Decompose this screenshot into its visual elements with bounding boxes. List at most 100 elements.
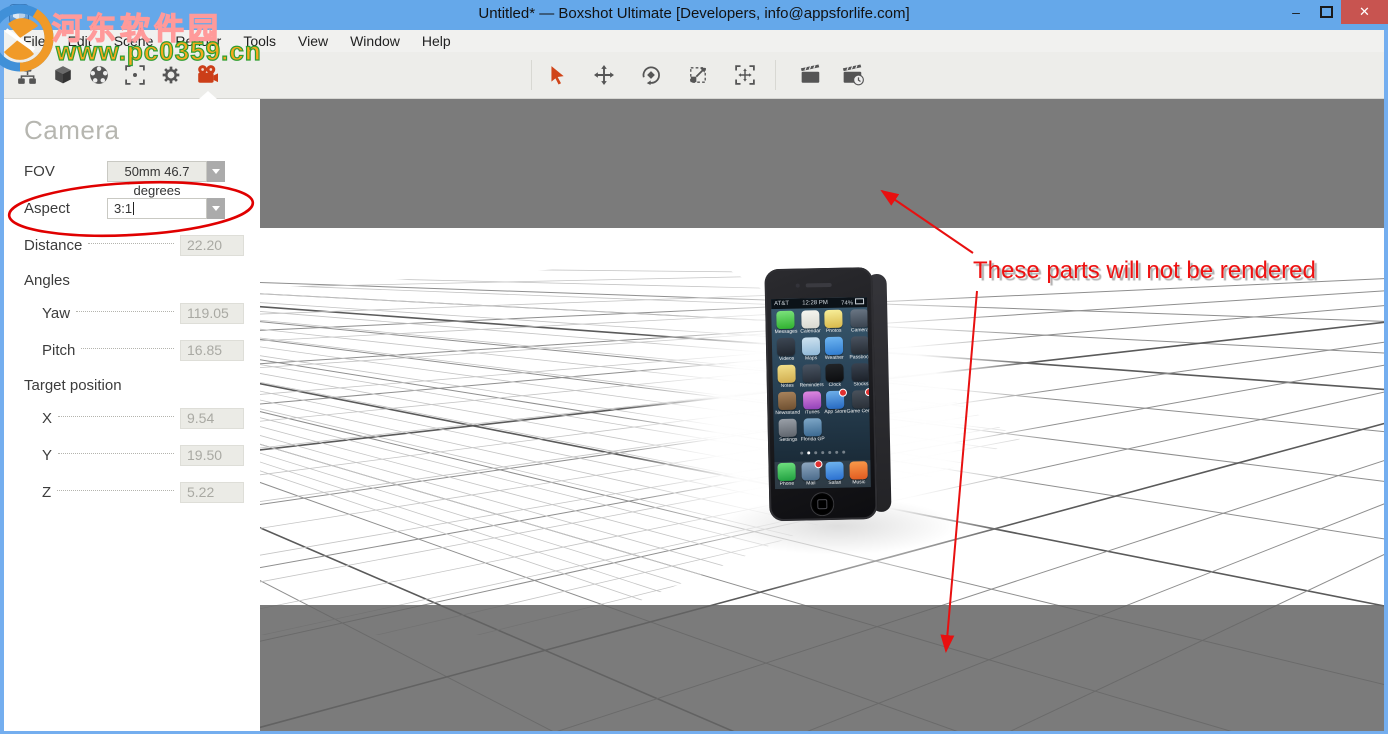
dotted-leader <box>58 415 174 417</box>
non-rendered-band-top <box>260 99 1384 228</box>
camera-panel: Camera FOV 50mm 46.7 degrees Aspect 3:1 … <box>4 99 260 734</box>
app-icon: Reminders <box>799 364 824 391</box>
angles-header: Angles <box>24 272 70 289</box>
x-label: X <box>42 410 52 427</box>
menubar: FileEditSceneRenderToolsViewWindowHelp <box>0 30 1388 52</box>
shapes-cube-icon[interactable] <box>52 64 74 86</box>
notification-badge <box>814 460 822 468</box>
app-icon: Notes <box>774 365 799 392</box>
app-icon: iTunes <box>800 391 825 418</box>
app-icon: Passbook <box>845 336 871 363</box>
menu-window[interactable]: Window <box>339 30 411 52</box>
battery-label: 74% <box>841 298 864 306</box>
fov-dropdown[interactable]: 50mm 46.7 degrees <box>107 161 225 182</box>
menu-render[interactable]: Render <box>164 30 232 52</box>
aspect-input-combo[interactable]: 3:1 <box>107 198 225 219</box>
app-icon: Phone <box>777 462 796 488</box>
app-icon: Calendar <box>798 310 823 337</box>
dotted-leader <box>58 452 174 454</box>
app-icon: Music <box>849 461 868 487</box>
yaw-label: Yaw <box>42 305 70 322</box>
maximize-icon <box>1320 6 1333 18</box>
camera-video-icon[interactable] <box>196 64 218 86</box>
app-icon: Maps <box>799 337 824 364</box>
y-label: Y <box>42 447 52 464</box>
toolbar-separator <box>531 60 532 90</box>
settings-gear-icon[interactable] <box>160 64 182 86</box>
frame-object-icon[interactable] <box>734 64 756 86</box>
clock-label: 12:28 PM <box>802 300 828 307</box>
dotted-leader <box>81 347 174 349</box>
titlebar[interactable]: Untitled* — Boxshot Ultimate [Developers… <box>0 0 1388 30</box>
menu-help[interactable]: Help <box>411 30 462 52</box>
battery-icon <box>855 298 864 304</box>
app-icon: Clock <box>823 364 846 390</box>
app-icon: Newsstand <box>775 392 800 419</box>
rotate-tool-icon[interactable] <box>640 64 662 86</box>
app-icon: App Store <box>824 391 847 417</box>
dock: Phone Mail Safari Music <box>774 460 871 489</box>
chevron-down-icon <box>212 169 220 174</box>
chevron-down-icon <box>212 206 220 211</box>
target-position-header: Target position <box>24 377 122 394</box>
text-caret <box>133 202 134 215</box>
scene-tree-icon[interactable] <box>16 64 38 86</box>
dotted-leader <box>57 489 174 491</box>
viewport-3d[interactable]: AT&T 12:28 PM 74% MessagesCalendarPhotos… <box>260 99 1384 734</box>
pitch-field[interactable]: 16.85 <box>180 340 244 361</box>
yaw-field[interactable]: 119.05 <box>180 303 244 324</box>
app-icon-grid: MessagesCalendarPhotosCamera VideosMapsWe… <box>771 307 870 445</box>
focus-target-icon[interactable] <box>124 64 146 86</box>
non-rendered-band-bottom <box>260 605 1384 734</box>
aspect-dropdown-button[interactable] <box>207 198 225 219</box>
phone-front: AT&T 12:28 PM 74% MessagesCalendarPhotos… <box>764 267 877 521</box>
x-field[interactable]: 9.54 <box>180 408 244 429</box>
carrier-label: AT&T <box>774 301 789 307</box>
phone-screen: AT&T 12:28 PM 74% MessagesCalendarPhotos… <box>771 297 871 489</box>
fov-label: FOV <box>24 163 107 180</box>
toolbar-separator <box>775 60 776 90</box>
move-tool-icon[interactable] <box>593 64 615 86</box>
fov-dropdown-button[interactable] <box>207 161 225 182</box>
distance-field[interactable]: 22.20 <box>180 235 244 256</box>
app-icon: Camera <box>844 309 871 336</box>
app-icon: Photos <box>822 310 845 336</box>
menu-file[interactable]: File <box>12 30 57 52</box>
app-icon: Stocks <box>846 363 871 390</box>
app-icon: Videos <box>774 338 799 365</box>
select-cursor-icon[interactable] <box>546 64 568 86</box>
aspect-input[interactable]: 3:1 <box>107 198 207 219</box>
fov-value[interactable]: 50mm 46.7 degrees <box>107 161 207 182</box>
pitch-label: Pitch <box>42 342 75 359</box>
app-icon: Messages <box>773 311 798 338</box>
phone-model[interactable]: AT&T 12:28 PM 74% MessagesCalendarPhotos… <box>764 267 891 521</box>
materials-sphere-icon[interactable] <box>88 64 110 86</box>
render-queue-clapper-clock-icon[interactable] <box>842 64 864 86</box>
menu-edit[interactable]: Edit <box>57 30 103 52</box>
dotted-leader <box>76 310 174 312</box>
menu-view[interactable]: View <box>287 30 339 52</box>
panel-title: Camera <box>24 115 119 146</box>
panel-caret-notch <box>199 91 217 99</box>
z-field[interactable]: 5.22 <box>180 482 244 503</box>
minimize-button[interactable]: – <box>1281 0 1311 24</box>
aspect-label: Aspect <box>24 200 107 217</box>
page-dots <box>774 440 870 460</box>
distance-label: Distance <box>24 237 82 254</box>
home-button <box>810 492 834 516</box>
scale-tool-icon[interactable] <box>687 64 709 86</box>
annotation-text: These parts will not be rendered <box>973 257 1316 285</box>
z-label: Z <box>42 484 51 501</box>
dotted-leader <box>88 242 174 244</box>
app-icon: Safari <box>825 461 844 487</box>
y-field[interactable]: 19.50 <box>180 445 244 466</box>
menu-tools[interactable]: Tools <box>232 30 287 52</box>
front-camera-dot <box>796 284 800 288</box>
app-icon: Weather <box>823 337 846 363</box>
app-icon: Mail <box>801 462 820 488</box>
maximize-button[interactable] <box>1311 0 1341 24</box>
render-clapper-icon[interactable] <box>800 64 822 86</box>
close-button[interactable]: ✕ <box>1341 0 1388 24</box>
menu-scene[interactable]: Scene <box>103 30 165 52</box>
window-title: Untitled* — Boxshot Ultimate [Developers… <box>0 5 1388 22</box>
